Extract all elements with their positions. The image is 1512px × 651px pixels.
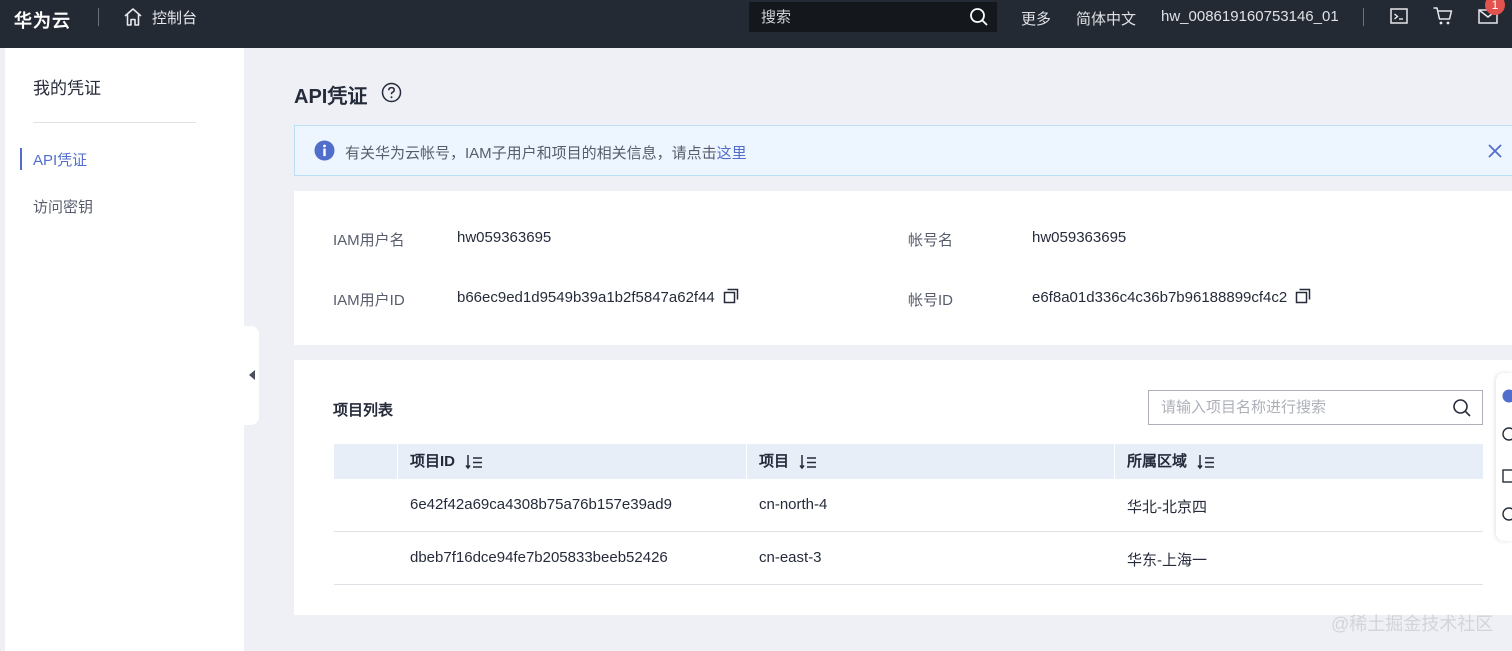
global-search-input[interactable]: [761, 8, 985, 26]
cell-project-id: dbeb7f16dce94fe7b205833beeb52426: [410, 549, 668, 566]
column-label: 项目ID: [410, 453, 456, 470]
account-name-value: hw059363695: [1032, 229, 1127, 246]
credential-info-card: IAM用户名 hw059363695 IAM用户ID b66ec9ed1d954…: [294, 191, 1512, 345]
sidebar: 我的凭证 API凭证 访问密钥: [5, 48, 244, 651]
mail-badge: 1: [1485, 0, 1505, 15]
alert-link[interactable]: 这里: [717, 145, 747, 162]
alert-text: 有关华为云帐号，IAM子用户和项目的相关信息，请点击这里: [345, 142, 747, 163]
nav-divider: [1363, 8, 1364, 26]
collapse-arrow-icon: [249, 370, 255, 380]
info-alert: 有关华为云帐号，IAM子用户和项目的相关信息，请点击这里: [294, 125, 1512, 176]
assistant-icon[interactable]: [1502, 389, 1512, 403]
project-list-title: 项目列表: [333, 402, 394, 419]
copy-icon[interactable]: [1295, 288, 1311, 304]
console-label: 控制台: [152, 9, 198, 27]
column-label: 项目: [759, 453, 790, 470]
watermark: @稀土掘金技术社区: [1331, 614, 1494, 634]
account-id-value: e6f8a01d336c4c36b7b96188899cf4c2: [1032, 289, 1288, 306]
sort-icon[interactable]: [465, 454, 483, 470]
document-icon[interactable]: [1502, 469, 1512, 483]
sort-icon[interactable]: [799, 454, 817, 470]
project-search-input[interactable]: [1149, 391, 1482, 424]
table-header: 项目ID 项目 所属区域: [334, 444, 1483, 479]
account-id-label: 帐号ID: [908, 292, 954, 309]
project-table: 项目ID 项目 所属区域 6e42f42a69ca4308b75a76b157e…: [334, 444, 1483, 585]
cell-project: cn-north-4: [759, 496, 828, 513]
cell-project-id: 6e42f42a69ca4308b75a76b157e39ad9: [410, 496, 672, 513]
user-account-menu[interactable]: hw_008619160753146_01: [1161, 8, 1339, 25]
column-header-project-id[interactable]: 项目ID: [397, 444, 483, 479]
alert-message: 有关华为云帐号，IAM子用户和项目的相关信息，请点击: [345, 145, 717, 162]
sidebar-item-api-credentials[interactable]: API凭证: [33, 149, 87, 170]
iam-username-label: IAM用户名: [333, 232, 405, 249]
column-label: 所属区域: [1127, 453, 1188, 470]
chat-icon[interactable]: [1502, 427, 1512, 441]
console-link[interactable]: 控制台: [122, 6, 197, 28]
cart-icon[interactable]: [1432, 6, 1454, 26]
sidebar-divider: [33, 122, 196, 123]
home-icon: [124, 8, 142, 26]
table-row[interactable]: dbeb7f16dce94fe7b205833beeb52426 cn-east…: [334, 532, 1483, 585]
top-navbar: 华为云 控制台 更多 简体中文 hw_008619160753146_01 1: [0, 0, 1512, 48]
page-title: API凭证: [294, 86, 368, 108]
iam-user-id-value: b66ec9ed1d9549b39a1b2f5847a62f44: [457, 289, 715, 306]
help-icon[interactable]: [381, 82, 402, 103]
sort-icon[interactable]: [1197, 454, 1215, 470]
close-icon[interactable]: [1487, 143, 1503, 159]
global-search[interactable]: [749, 2, 997, 32]
search-icon[interactable]: [1452, 398, 1472, 418]
terminal-icon[interactable]: [1389, 6, 1409, 26]
info-icon: [314, 140, 335, 161]
column-header-region[interactable]: 所属区域: [1114, 444, 1215, 479]
sidebar-title: 我的凭证: [33, 79, 101, 98]
cell-project: cn-east-3: [759, 549, 822, 566]
sidebar-item-access-keys[interactable]: 访问密钥: [33, 196, 93, 217]
copy-icon[interactable]: [723, 288, 739, 304]
cell-region: 华北-北京四: [1127, 499, 1207, 516]
iam-user-id-label: IAM用户ID: [333, 292, 405, 309]
floating-toolbar: [1496, 373, 1512, 541]
account-name-label: 帐号名: [908, 232, 954, 249]
feedback-icon[interactable]: [1502, 507, 1512, 521]
sidebar-collapse-handle[interactable]: [244, 326, 259, 425]
brand-logo[interactable]: 华为云: [14, 7, 71, 33]
language-switch[interactable]: 简体中文: [1076, 8, 1136, 29]
project-search[interactable]: [1148, 390, 1483, 425]
project-list-card: 项目列表 项目ID 项目: [294, 360, 1512, 615]
column-header-project[interactable]: 项目: [746, 444, 817, 479]
table-row[interactable]: 6e42f42a69ca4308b75a76b157e39ad9 cn-nort…: [334, 479, 1483, 532]
brand-divider: [98, 8, 99, 26]
search-icon[interactable]: [969, 7, 989, 27]
cell-region: 华东-上海一: [1127, 552, 1207, 569]
more-menu[interactable]: 更多: [1021, 8, 1051, 29]
iam-username-value: hw059363695: [457, 229, 552, 246]
active-indicator: [20, 148, 22, 170]
